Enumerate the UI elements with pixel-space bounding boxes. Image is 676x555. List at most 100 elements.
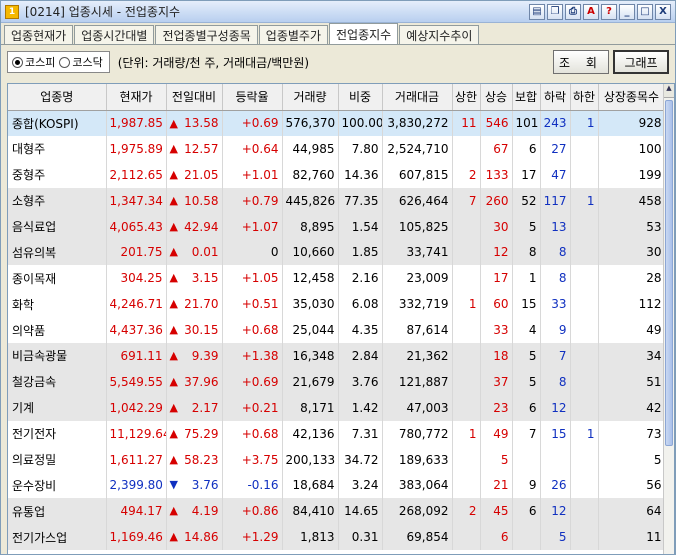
price-cell: 1,169.46	[106, 524, 167, 551]
tab-sector-prices[interactable]: 업종별주가	[258, 25, 328, 44]
volume-cell: 445,826	[282, 187, 339, 214]
column-header[interactable]: 하락	[540, 84, 571, 111]
column-header[interactable]: 거래량	[282, 84, 339, 111]
lower-limit-cell	[570, 135, 599, 162]
sector-name-cell: 기계	[8, 394, 107, 421]
table-row[interactable]: 유통업 494.17 ▲ 4.19 +0.86 84,410 14.65 268,092 2 45…	[8, 498, 666, 525]
app-icon: 1	[5, 4, 19, 19]
radio-kospi[interactable]	[12, 56, 23, 68]
weight-cell: 7.31	[338, 420, 383, 447]
window-buttons: ▤ ❐ ⎙ A ? _ □ X	[529, 3, 671, 20]
change-value: 13.58	[184, 116, 219, 131]
help-icon[interactable]: ?	[601, 3, 617, 20]
column-header[interactable]: 업종명	[8, 84, 107, 111]
maximize-icon[interactable]: □	[637, 3, 653, 20]
tab-expected-index[interactable]: 예상지수추이	[399, 25, 480, 44]
sector-name-cell: 종합(KOSPI)	[8, 110, 107, 136]
copy-icon[interactable]: ❐	[547, 3, 563, 20]
sector-name-cell: 중형주	[8, 161, 107, 188]
listed-count-cell: 30	[598, 239, 666, 266]
rise-count-cell: 45	[480, 498, 513, 525]
price-cell: 1,611.27	[106, 446, 167, 473]
amount-cell: 105,825	[382, 213, 453, 240]
lower-limit-cell	[570, 239, 599, 266]
amount-cell: 607,815	[382, 161, 453, 188]
tab-time-series[interactable]: 업종시간대별	[74, 25, 155, 44]
table-row[interactable]: 중형주 2,112.65 ▲ 21.05 +1.01 82,760 14.36 607,815…	[8, 161, 666, 188]
sector-name-cell: 소형주	[8, 187, 107, 214]
change-value: 75.29	[184, 426, 219, 441]
close-icon[interactable]: X	[655, 3, 671, 20]
scroll-up-icon[interactable]: ▲	[664, 84, 674, 98]
up-arrow-icon: ▲	[169, 323, 178, 337]
vertical-scrollbar[interactable]: ▲	[663, 84, 674, 554]
change-value: 30.15	[184, 323, 219, 338]
radio-kosdaq-label[interactable]: 코스닥	[72, 54, 102, 70]
table-row[interactable]: 종합(KOSPI) 1,987.85 ▲ 13.58 +0.69 576,370 100.0…	[8, 110, 666, 136]
rise-count-cell: 60	[480, 291, 513, 318]
rise-count-cell: 18	[480, 343, 513, 369]
change-value: 2.17	[191, 400, 219, 415]
column-header[interactable]: 상장종목수	[598, 84, 666, 111]
weight-cell: 1.54	[338, 213, 383, 240]
column-header[interactable]: 상한	[452, 84, 481, 111]
column-header[interactable]: 하한	[570, 84, 599, 111]
price-cell: 4,437.36	[106, 317, 167, 344]
weight-cell: 77.35	[338, 187, 383, 214]
upper-limit-cell: 1	[452, 420, 481, 447]
print-icon[interactable]: ⎙	[565, 3, 581, 20]
table-row[interactable]: 철강금속 5,549.55 ▲ 37.96 +0.69 21,679 3.76 121,887…	[8, 368, 666, 395]
lower-limit-cell	[570, 291, 599, 318]
table-row[interactable]: 음식료업 4,065.43 ▲ 42.94 +1.07 8,895 1.54 105,825 3…	[8, 213, 666, 240]
weight-cell: 100.00	[338, 110, 383, 136]
volume-cell: 8,171	[282, 394, 339, 421]
up-arrow-icon: ▲	[169, 374, 178, 388]
column-header[interactable]: 보합	[512, 84, 541, 111]
table-row[interactable]: 섬유의복 201.75 ▲ 0.01 0 10,660 1.85 33,741 12 8 8 30	[8, 239, 666, 266]
down-arrow-icon: ▼	[169, 478, 178, 492]
radio-kospi-label[interactable]: 코스피	[25, 54, 55, 70]
layout-icon[interactable]: ▤	[529, 3, 545, 20]
tab-index-price[interactable]: 업종현재가	[4, 25, 74, 44]
column-header[interactable]: 거래대금	[382, 84, 453, 111]
up-arrow-icon: ▲	[169, 219, 178, 233]
table-row[interactable]: 종이목재 304.25 ▲ 3.15 +1.05 12,458 2.16 23,009 17 1 8…	[8, 265, 666, 292]
table-row[interactable]: 운수장비 2,399.80 ▼ 3.76 -0.16 18,684 3.24 383,064 2…	[8, 472, 666, 499]
listed-count-cell: 53	[598, 213, 666, 240]
flat-count-cell: 17	[512, 161, 541, 188]
scroll-thumb[interactable]	[665, 100, 673, 446]
column-header[interactable]: 등락율	[222, 84, 283, 111]
change-cell: ▲ 58.23	[166, 446, 223, 473]
table-row[interactable]: 전기전자 11,129.64 ▲ 75.29 +0.68 42,136 7.31 780,77…	[8, 420, 666, 447]
minimize-icon[interactable]: _	[619, 3, 635, 20]
table-row[interactable]: 화학 4,246.71 ▲ 21.70 +0.51 35,030 6.08 332,719 1 6…	[8, 291, 666, 318]
table-row[interactable]: 전기가스업 1,169.46 ▲ 14.86 +1.29 1,813 0.31 69,854 6…	[8, 524, 666, 551]
font-icon[interactable]: A	[583, 3, 599, 20]
column-header[interactable]: 상승	[480, 84, 513, 111]
rate-cell: +0.68	[222, 420, 283, 447]
table-row[interactable]: 의료정밀 1,611.27 ▲ 58.23 +3.75 200,133 34.72 189,6…	[8, 446, 666, 473]
amount-cell: 69,854	[382, 524, 453, 551]
sector-index-grid[interactable]: 업종명 현재가 전일대비 등락율 거래량 비중 거래대금 상한 상승 보합 하락 하한 상장종목수 종합…	[7, 83, 675, 555]
table-row[interactable]: 비금속광물 691.11 ▲ 9.39 +1.38 16,348 2.84 21,362 18 5…	[8, 343, 666, 369]
column-header[interactable]: 비중	[338, 84, 383, 111]
table-row[interactable]: 대형주 1,975.89 ▲ 12.57 +0.64 44,985 7.80 2,524,71…	[8, 135, 666, 162]
tab-all-sector-index[interactable]: 전업종지수	[328, 23, 399, 44]
change-cell: ▲ 9.39	[166, 343, 223, 369]
radio-kosdaq[interactable]	[59, 56, 71, 68]
price-cell: 691.11	[106, 343, 167, 369]
graph-button[interactable]: 그래프	[613, 50, 669, 74]
query-button[interactable]: 조 회	[553, 50, 609, 74]
change-cell: ▲ 10.58	[166, 187, 223, 214]
column-header[interactable]: 현재가	[106, 84, 167, 111]
column-header[interactable]: 전일대비	[166, 84, 223, 111]
title-bar[interactable]: 1 [0214] 업종시세 - 전업종지수 ▤ ❐ ⎙ A ? _ □ X	[1, 1, 675, 23]
tab-sector-components[interactable]: 전업종별구성종목	[155, 25, 258, 44]
flat-count-cell	[512, 446, 541, 473]
table-row[interactable]: 기계 1,042.29 ▲ 2.17 +0.21 8,171 1.42 47,003 23 6 12…	[8, 394, 666, 421]
rise-count-cell: 133	[480, 161, 513, 188]
table-row[interactable]: 소형주 1,347.34 ▲ 10.58 +0.79 445,826 77.35 626,46…	[8, 187, 666, 214]
table-row[interactable]: 의약품 4,437.36 ▲ 30.15 +0.68 25,044 4.35 87,614 33…	[8, 317, 666, 344]
amount-cell: 2,524,710	[382, 135, 453, 162]
amount-cell: 3,830,272	[382, 110, 453, 136]
